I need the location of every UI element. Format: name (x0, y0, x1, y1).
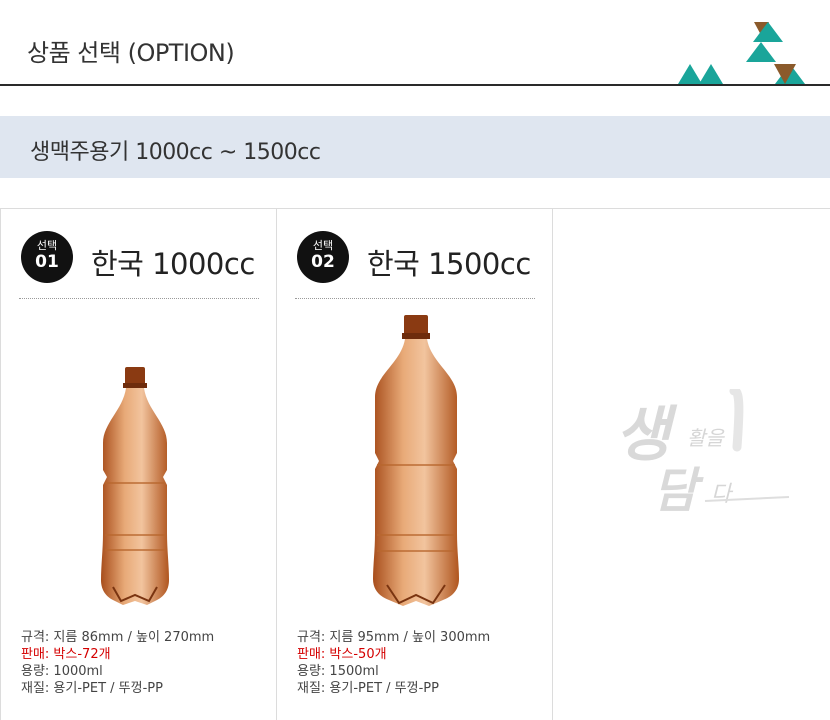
watermark-small-1: 활을 (687, 426, 725, 450)
page-header: 상품 선택 (OPTION) (0, 0, 830, 86)
option-card-02[interactable]: 선택 02 한국 1500cc 규격: 지름 95mm / 높이 300mm 판… (276, 209, 553, 720)
spec-material: 재질: 용기-PET / 뚜껑-PP (297, 681, 439, 696)
spec-size: 규격: 지름 86mm / 높이 270mm (21, 630, 215, 645)
option-badge-label: 선택 (312, 239, 334, 252)
page-title: 상품 선택 (OPTION) (27, 39, 235, 67)
option-specs: 규격: 지름 95mm / 높이 300mm 판매: 박스-50개 용량: 15… (297, 629, 490, 697)
bottle-1000cc-image (101, 367, 169, 605)
triangle-decoration-icon (678, 22, 805, 84)
spec-size: 규격: 지름 95mm / 높이 300mm (297, 630, 491, 645)
option-grid: 선택 01 한국 1000cc 규격: 지름 86mm / 높이 270mm 판… (0, 208, 830, 720)
option-badge: 선택 01 (21, 231, 73, 283)
watermark-small-2: 다 (711, 482, 734, 507)
spec-sale: 판매: 박스-72개 (21, 647, 111, 662)
spec-volume: 용량: 1500ml (297, 664, 379, 679)
option-title: 한국 1500cc (367, 247, 531, 281)
bottle-1500cc-image (373, 315, 459, 606)
watermark-big-1: 생 (615, 400, 678, 470)
option-card-01[interactable]: 선택 01 한국 1000cc 규격: 지름 86mm / 높이 270mm 판… (0, 209, 277, 720)
option-badge-number: 01 (35, 252, 59, 272)
watermark-logo: 생 활을 담 다 (615, 389, 790, 519)
option-title: 한국 1000cc (91, 247, 255, 281)
empty-option-card: 생 활을 담 다 (552, 209, 830, 720)
option-badge-number: 02 (311, 252, 335, 272)
category-bar: 생맥주용기 1000cc ~ 1500cc (0, 116, 830, 178)
spec-sale: 판매: 박스-50개 (297, 647, 387, 662)
watermark-big-2: 담 (653, 463, 704, 519)
option-badge: 선택 02 (297, 231, 349, 283)
spec-volume: 용량: 1000ml (21, 664, 103, 679)
category-title: 생맥주용기 1000cc ~ 1500cc (30, 140, 321, 165)
option-specs: 규격: 지름 86mm / 높이 270mm 판매: 박스-72개 용량: 10… (21, 629, 214, 697)
dotted-divider (19, 298, 259, 299)
dotted-divider (295, 298, 535, 299)
spec-material: 재질: 용기-PET / 뚜껑-PP (21, 681, 163, 696)
option-badge-label: 선택 (36, 239, 58, 252)
